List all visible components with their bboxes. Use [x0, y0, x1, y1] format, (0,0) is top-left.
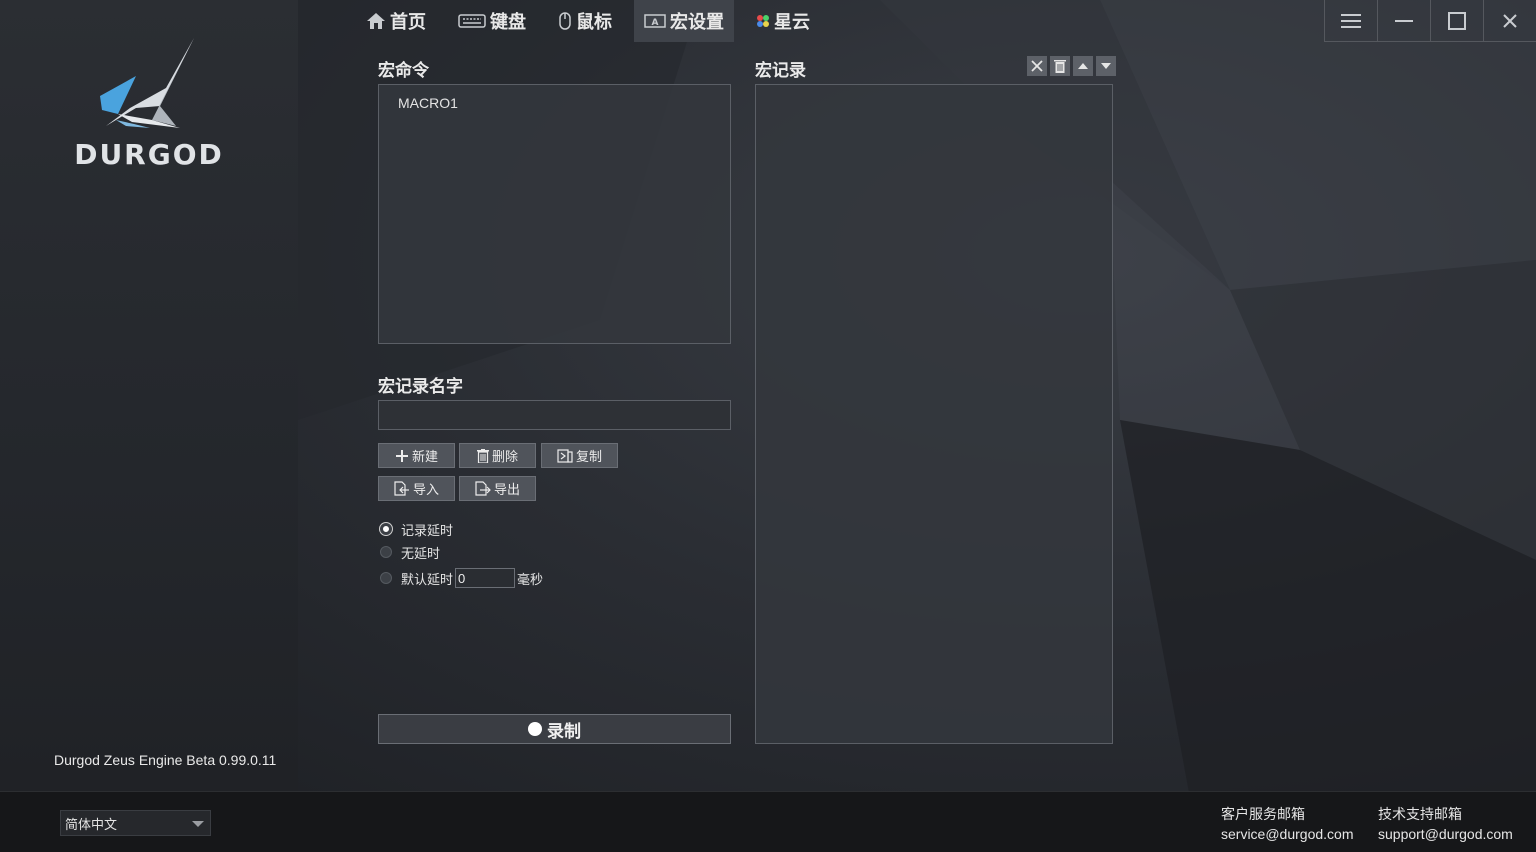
no-delay-radio[interactable] [380, 546, 392, 558]
copy-button-label: 复制 [575, 450, 602, 465]
minimize-icon [1395, 19, 1413, 22]
sidebar: DURGOD Durgod Zeus Engine Beta 0.99.0.11 [0, 0, 298, 791]
macro-name-title: 宏记录名字 [378, 377, 463, 397]
tab-macro-label: 宏设置 [670, 12, 724, 33]
arrow-down-icon [1101, 63, 1111, 69]
service-email-label: 客户服务邮箱 [1221, 806, 1305, 822]
tab-mouse[interactable]: 鼠标 [548, 0, 622, 42]
service-contact: 客户服务邮箱 service@durgod.com [1221, 804, 1354, 844]
no-delay-option[interactable]: 无延时 [380, 543, 441, 562]
durgod-logo: DURGOD [56, 36, 242, 171]
new-button-label: 新建 [411, 450, 438, 465]
move-down-button[interactable] [1096, 56, 1116, 76]
delete-button-label: 删除 [491, 450, 518, 465]
maximize-icon [1448, 11, 1466, 30]
durgod-logo-icon: DURGOD [74, 38, 224, 171]
delete-button[interactable]: 删除 [459, 443, 536, 468]
tab-macro[interactable]: A 宏设置 [634, 0, 734, 42]
record-button[interactable]: 录制 [378, 714, 731, 744]
svg-text:DURGOD: DURGOD [74, 138, 224, 170]
macro-command-list[interactable]: MACRO1 [378, 84, 731, 344]
default-delay-input[interactable] [455, 568, 516, 588]
move-up-button[interactable] [1073, 56, 1093, 76]
chevron-down-icon [192, 821, 204, 827]
app-window: DURGOD Durgod Zeus Engine Beta 0.99.0.11… [0, 0, 1536, 852]
export-icon [475, 481, 491, 496]
default-delay-radio[interactable] [380, 572, 392, 584]
record-delay-radio[interactable] [380, 523, 392, 535]
default-delay-option[interactable]: 默认延时 毫秒 [380, 567, 543, 589]
plus-icon [395, 449, 408, 462]
language-select[interactable]: 简体中文 [60, 810, 211, 836]
import-icon [394, 481, 409, 496]
close-icon [1503, 13, 1517, 28]
x-icon [1031, 60, 1043, 72]
svg-text:A: A [652, 18, 659, 28]
import-button-label: 导入 [412, 483, 439, 498]
service-email[interactable]: service@durgod.com [1221, 824, 1354, 844]
new-button[interactable]: 新建 [378, 443, 455, 468]
tab-home[interactable]: 首页 [356, 0, 436, 42]
no-delay-label: 无延时 [401, 546, 441, 562]
maximize-button[interactable] [1430, 0, 1483, 42]
record-delay-option[interactable]: 记录延时 [380, 520, 454, 539]
macro-commands-title: 宏命令 [378, 61, 429, 81]
macro-icon: A [644, 14, 666, 28]
minimize-button[interactable] [1377, 0, 1430, 42]
support-email-label: 技术支持邮箱 [1378, 806, 1462, 822]
keyboard-icon [458, 14, 486, 28]
menu-button[interactable] [1324, 0, 1377, 42]
list-item[interactable]: MACRO1 [398, 95, 458, 111]
home-icon [367, 13, 385, 29]
tab-keyboard[interactable]: 键盘 [448, 0, 536, 42]
record-delay-label: 记录延时 [401, 523, 454, 539]
tab-mouse-label: 鼠标 [576, 12, 612, 33]
menu-icon [1341, 13, 1361, 28]
export-button[interactable]: 导出 [459, 476, 536, 501]
clear-button[interactable] [1027, 56, 1047, 76]
mouse-icon [559, 12, 571, 30]
delay-unit-label: 毫秒 [517, 572, 544, 588]
window-controls [1324, 0, 1536, 42]
delete-record-button[interactable] [1050, 56, 1070, 76]
trash-icon [476, 448, 489, 463]
default-delay-label: 默认延时 [401, 572, 454, 588]
support-contact: 技术支持邮箱 support@durgod.com [1378, 804, 1513, 844]
record-toolbar [1024, 56, 1116, 76]
import-button[interactable]: 导入 [378, 476, 455, 501]
export-button-label: 导出 [493, 483, 520, 498]
arrow-up-icon [1078, 63, 1088, 69]
trash-icon [1054, 60, 1066, 73]
macro-name-input[interactable] [378, 400, 731, 430]
record-button-label: 录制 [547, 721, 581, 742]
copy-icon [557, 448, 573, 463]
color-dots-icon [757, 15, 769, 27]
close-button[interactable] [1483, 0, 1536, 42]
top-nav: 首页 键盘 鼠标 A 宏设置 星云 [356, 0, 832, 42]
version-label: Durgod Zeus Engine Beta 0.99.0.11 [54, 752, 277, 768]
language-value: 简体中文 [65, 817, 118, 833]
tab-nebula[interactable]: 星云 [746, 0, 820, 42]
copy-button[interactable]: 复制 [541, 443, 618, 468]
tab-nebula-label: 星云 [774, 12, 810, 33]
record-dot-icon [528, 722, 542, 736]
support-email[interactable]: support@durgod.com [1378, 824, 1513, 844]
tab-keyboard-label: 键盘 [490, 12, 526, 33]
macro-records-title: 宏记录 [755, 61, 806, 81]
tab-home-label: 首页 [390, 12, 426, 33]
footer: 简体中文 客户服务邮箱 service@durgod.com 技术支持邮箱 su… [0, 791, 1536, 852]
macro-record-list[interactable] [755, 84, 1113, 744]
